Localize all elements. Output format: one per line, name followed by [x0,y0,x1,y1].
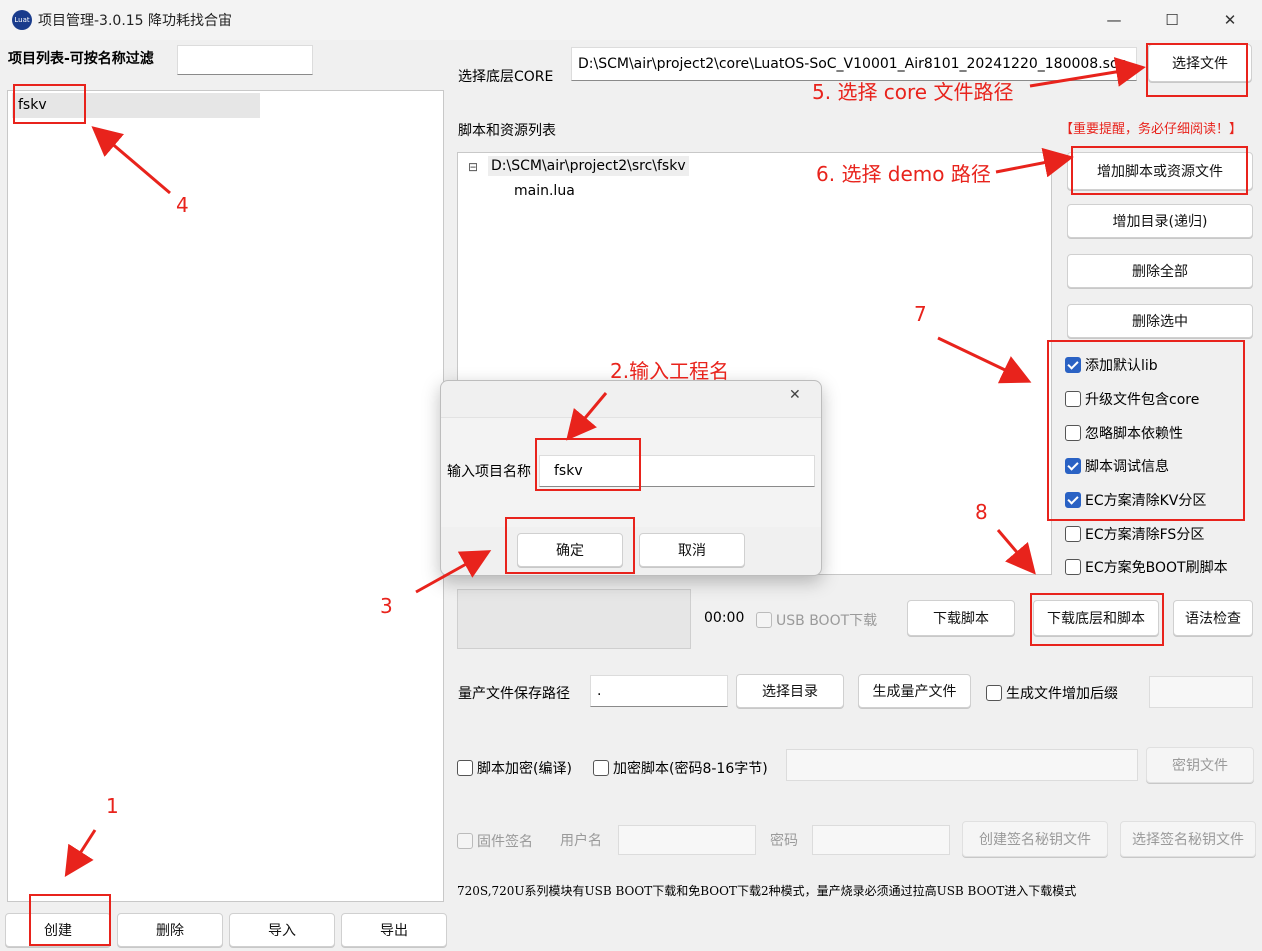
annotation-step-1: 1 [106,794,119,818]
arrow-3 [415,550,492,594]
annotation-step-7: 7 [914,302,927,326]
annotation-arrows [64,57,1146,878]
arrow-5 [1029,57,1146,88]
arrow-1 [64,829,97,878]
annotation-step-3: 3 [380,594,393,618]
arrow-7 [937,336,1032,384]
annotation-step-4: 4 [176,193,189,217]
annotation-step-5: 5. 选择 core 文件路径 [812,80,1014,104]
arrow-2 [566,392,608,441]
arrow-8 [996,529,1036,575]
annotation-step-6: 6. 选择 demo 路径 [816,162,991,186]
arrow-4 [91,126,171,195]
annotation-step-8: 8 [975,500,988,524]
arrow-6 [995,147,1074,178]
annotation-step-2: 2.输入工程名 [610,359,730,383]
